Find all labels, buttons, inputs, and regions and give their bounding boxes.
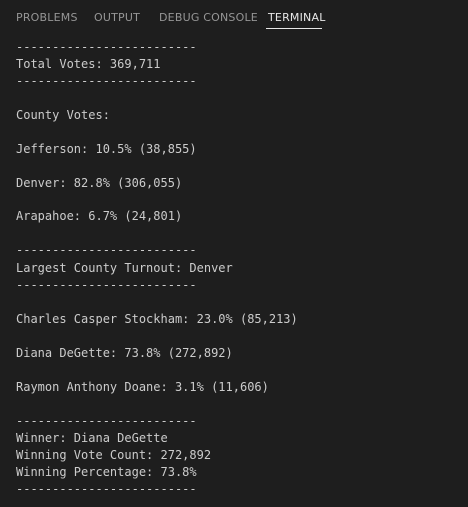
tab-terminal[interactable]: TERMINAL bbox=[268, 11, 326, 25]
tab-output[interactable]: OUTPUT bbox=[94, 11, 140, 25]
terminal-line: Largest County Turnout: Denver bbox=[16, 261, 233, 275]
tab-problems[interactable]: PROBLEMS bbox=[16, 11, 78, 25]
terminal-line: ------------------------- bbox=[16, 74, 197, 88]
terminal-line: Jefferson: 10.5% (38,855) bbox=[16, 142, 197, 156]
terminal-line: ------------------------- bbox=[16, 482, 197, 496]
terminal-line: Winner: Diana DeGette bbox=[16, 431, 168, 445]
terminal-output[interactable]: ------------------------- Total Votes: 3… bbox=[16, 39, 456, 501]
terminal-line: ------------------------- bbox=[16, 414, 197, 428]
active-tab-indicator bbox=[266, 28, 322, 29]
terminal-line: Arapahoe: 6.7% (24,801) bbox=[16, 209, 183, 223]
terminal-line: ------------------------- bbox=[16, 40, 197, 54]
terminal-line: Raymon Anthony Doane: 3.1% (11,606) bbox=[16, 380, 269, 394]
terminal-line: Winning Percentage: 73.8% bbox=[16, 465, 197, 479]
panel-tab-bar: PROBLEMS OUTPUT DEBUG CONSOLE TERMINAL bbox=[0, 0, 468, 34]
terminal-line: Winning Vote Count: 272,892 bbox=[16, 448, 212, 462]
terminal-line: Denver: 82.8% (306,055) bbox=[16, 176, 183, 190]
terminal-line: County Votes: bbox=[16, 108, 110, 122]
terminal-line: Total Votes: 369,711 bbox=[16, 57, 161, 71]
tab-debug-console[interactable]: DEBUG CONSOLE bbox=[159, 11, 258, 25]
terminal-line: ------------------------- bbox=[16, 278, 197, 292]
terminal-line: Diana DeGette: 73.8% (272,892) bbox=[16, 346, 233, 360]
terminal-line: Charles Casper Stockham: 23.0% (85,213) bbox=[16, 312, 298, 326]
terminal-line: ------------------------- bbox=[16, 243, 197, 257]
